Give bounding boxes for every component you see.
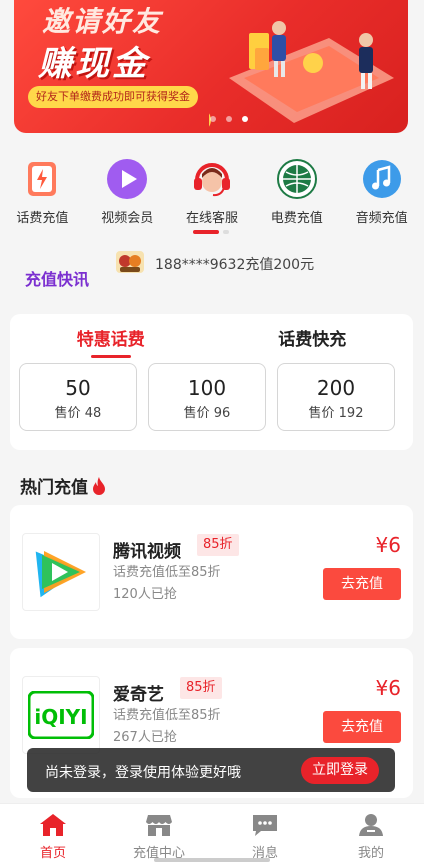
phone-recharge-icon <box>20 157 64 201</box>
music-icon <box>360 157 404 201</box>
amount-price: 售价 96 <box>183 406 231 421</box>
profile-icon <box>357 812 385 838</box>
recharge-amounts: 50 售价 48 100 售价 96 200 售价 192 <box>10 360 413 431</box>
nav-item-recharge-center[interactable]: 充值中心 <box>106 804 212 865</box>
message-icon <box>251 812 279 838</box>
quick-menu: 话费充值 视频会员 在线客服 电费充值 音频充值 <box>0 157 424 227</box>
nav-item-home[interactable]: 首页 <box>0 804 106 865</box>
recharge-button[interactable]: 去充值 <box>323 568 401 600</box>
quick-item-electricity[interactable]: 电费充值 <box>254 157 339 227</box>
banner-dot-active[interactable] <box>242 116 248 122</box>
product-sold-count: 267人已抢 <box>113 730 177 745</box>
recharge-button[interactable]: 去充值 <box>323 711 401 743</box>
banner-pagination <box>210 116 248 122</box>
product-desc: 话费充值低至85折 <box>113 708 221 723</box>
svg-text:iQIYI: iQIYI <box>34 705 87 729</box>
discount-badge: 85折 <box>180 677 222 699</box>
user-avatar-icon <box>116 251 144 273</box>
news-title: 充值快讯 <box>25 270 90 289</box>
product-price: ¥6 <box>375 533 401 557</box>
amount-value: 200 <box>316 376 356 400</box>
quick-item-label: 话费充值 <box>16 211 69 226</box>
phone-recharge-card: 特惠话费 话费快充 50 售价 48 100 售价 96 200 售价 192 <box>10 314 413 450</box>
product-desc: 话费充值低至85折 <box>113 565 221 580</box>
nav-item-profile[interactable]: 我的 <box>318 804 424 865</box>
amount-value: 50 <box>65 376 91 400</box>
discount-badge: 85折 <box>197 534 239 556</box>
banner-dot[interactable] <box>226 116 232 122</box>
bottom-nav: 首页 充值中心 消息 我的 <box>0 803 424 865</box>
nav-label: 首页 <box>39 846 66 861</box>
tab-special-offer[interactable]: 特惠话费 <box>10 314 212 360</box>
news-message: 188****9632充值200元 <box>155 257 315 273</box>
nav-item-messages[interactable]: 消息 <box>212 804 318 865</box>
quick-item-audio[interactable]: 音频充值 <box>339 157 424 227</box>
iqiyi-logo-icon: iQIYI <box>22 676 100 754</box>
product-card[interactable]: 腾讯视频 85折 话费充值低至85折 120人已抢 ¥6 去充值 <box>10 505 413 639</box>
quick-item-customer-service[interactable]: 在线客服 <box>170 157 255 227</box>
quick-menu-scroll-indicator <box>193 230 231 234</box>
tab-fast-recharge[interactable]: 话费快充 <box>212 314 414 360</box>
amount-price: 售价 192 <box>308 406 364 421</box>
quick-item-label: 视频会员 <box>101 211 154 226</box>
state-grid-icon <box>275 157 319 201</box>
banner-promo-text: 好友下单缴费成功即可获得奖金 <box>28 86 198 108</box>
hot-title-text: 热门充值 <box>20 478 88 498</box>
amount-option[interactable]: 50 售价 48 <box>19 363 137 431</box>
quick-item-label: 音频充值 <box>355 211 408 226</box>
amount-option[interactable]: 200 售价 192 <box>277 363 395 431</box>
amount-option[interactable]: 100 售价 96 <box>148 363 266 431</box>
promo-banner[interactable]: 邀请好友 赚现金 好友下单缴费成功即可获得奖金 <box>14 0 408 133</box>
home-icon <box>39 812 67 838</box>
hot-section-title: 热门充值 <box>20 473 106 498</box>
tencent-video-logo-icon <box>22 533 100 611</box>
amount-price: 售价 48 <box>54 406 102 421</box>
store-icon <box>145 812 173 838</box>
quick-item-video-vip[interactable]: 视频会员 <box>85 157 170 227</box>
quick-item-phone-recharge[interactable]: 话费充值 <box>0 157 85 227</box>
fire-icon <box>93 476 105 495</box>
customer-service-icon <box>190 157 234 201</box>
product-name: 爱奇艺 <box>113 685 164 705</box>
home-indicator[interactable] <box>154 858 270 862</box>
banner-illustration <box>209 21 394 127</box>
amount-value: 100 <box>187 376 227 400</box>
recharge-tabs: 特惠话费 话费快充 <box>10 314 413 360</box>
banner-dot[interactable] <box>210 116 216 122</box>
banner-headline-main: 赚现金 <box>38 44 149 84</box>
login-prompt-toast: 尚未登录，登录使用体验更好哦 立即登录 <box>27 748 395 792</box>
product-sold-count: 120人已抢 <box>113 587 177 602</box>
nav-label: 我的 <box>357 846 384 861</box>
login-button[interactable]: 立即登录 <box>301 757 379 784</box>
product-price: ¥6 <box>375 676 401 700</box>
quick-item-label: 电费充值 <box>270 211 323 226</box>
play-icon <box>105 157 149 201</box>
banner-headline-top: 邀请好友 <box>42 5 163 38</box>
login-prompt-message: 尚未登录，登录使用体验更好哦 <box>45 765 241 781</box>
quick-item-label: 在线客服 <box>185 211 238 226</box>
product-name: 腾讯视频 <box>113 542 181 562</box>
